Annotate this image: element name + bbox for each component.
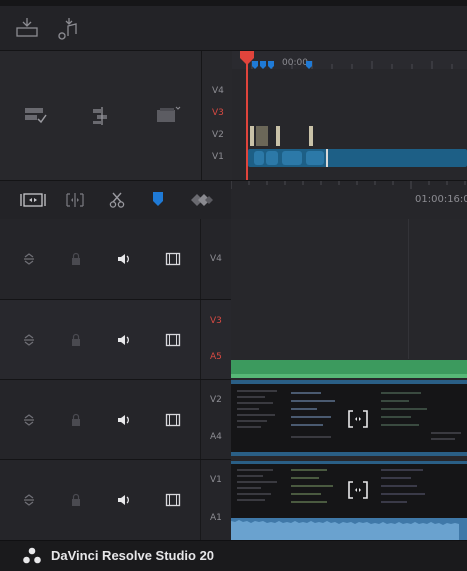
track-label-v3: V3 xyxy=(210,316,222,326)
timeline-ruler[interactable]: 01:00:16:0 xyxy=(231,180,467,220)
clip-stack-icon[interactable] xyxy=(153,104,183,126)
marker-icon[interactable] xyxy=(151,191,165,207)
mini-playhead[interactable] xyxy=(246,51,248,180)
insert-clip-icon[interactable] xyxy=(14,16,40,40)
auto-select-icon[interactable] xyxy=(22,413,36,427)
video-clip-v1[interactable] xyxy=(231,461,467,518)
trim-mode-icon[interactable] xyxy=(20,192,46,208)
clip-placeholder-icon xyxy=(347,480,369,500)
auto-select-icon[interactable] xyxy=(22,333,36,347)
track-label-v2: V2 xyxy=(210,395,222,405)
ruler-timecode: 01:00:16:0 xyxy=(415,194,467,205)
clip-placeholder-icon xyxy=(347,409,369,429)
razor-icon[interactable] xyxy=(108,191,126,209)
lock-icon[interactable] xyxy=(70,333,82,347)
snap-icon[interactable] xyxy=(190,193,214,207)
lock-icon[interactable] xyxy=(70,493,82,507)
track-label-v4: V4 xyxy=(210,254,222,264)
film-icon[interactable] xyxy=(165,413,181,427)
mini-label-v2: V2 xyxy=(212,130,224,140)
clip-sliver[interactable] xyxy=(250,126,254,146)
edit-clip-icon[interactable] xyxy=(22,106,48,126)
speaker-icon[interactable] xyxy=(116,493,132,507)
video-clip-v2[interactable] xyxy=(231,380,467,456)
clip-sliver[interactable] xyxy=(276,126,280,146)
timeline-toolbar xyxy=(0,180,231,220)
v1-clip-strip[interactable] xyxy=(248,149,467,167)
clip-sliver[interactable] xyxy=(309,126,313,146)
audio-clip-a1[interactable] xyxy=(231,518,467,540)
track-label-a4: A4 xyxy=(210,432,222,442)
app-footer: DaVinci Resolve Studio 20 xyxy=(0,540,467,571)
app-name: DaVinci Resolve Studio 20 xyxy=(51,548,215,563)
film-icon[interactable] xyxy=(165,252,181,266)
audio-clip-icon[interactable] xyxy=(56,16,82,40)
auto-select-icon[interactable] xyxy=(22,252,36,266)
track-header-v4: V4 xyxy=(0,219,231,300)
track-label-v1: V1 xyxy=(210,475,222,485)
track-label-a5: A5 xyxy=(210,352,222,362)
track-header-v3-a5: V3 A5 xyxy=(0,300,231,380)
mini-label-v4: V4 xyxy=(212,86,224,96)
align-clips-icon[interactable] xyxy=(89,106,115,126)
marker-group[interactable] xyxy=(250,61,350,71)
speaker-icon[interactable] xyxy=(116,413,132,427)
track-label-a1: A1 xyxy=(210,513,222,523)
lock-icon[interactable] xyxy=(70,413,82,427)
speaker-icon[interactable] xyxy=(116,333,132,347)
top-toolbar xyxy=(0,6,467,51)
mini-label-v1: V1 xyxy=(212,152,224,162)
speaker-icon[interactable] xyxy=(116,252,132,266)
audio-clip-a5[interactable] xyxy=(231,360,467,378)
clip-sliver[interactable] xyxy=(256,126,268,146)
lock-icon[interactable] xyxy=(70,252,82,266)
auto-select-icon[interactable] xyxy=(22,493,36,507)
mini-timeline[interactable]: 00:00 xyxy=(232,51,467,180)
film-icon[interactable] xyxy=(165,333,181,347)
mini-timeline-tools xyxy=(0,51,202,180)
track-header-v1-a1: V1 A1 xyxy=(0,460,231,541)
track-header-v2-a4: V2 A4 xyxy=(0,380,231,460)
mini-track-labels: V4 V3 V2 V1 xyxy=(202,51,232,180)
mini-label-v3: V3 xyxy=(212,108,224,118)
playhead-handle-icon[interactable] xyxy=(240,51,254,65)
film-icon[interactable] xyxy=(165,493,181,507)
dynamic-trim-icon[interactable] xyxy=(64,192,86,208)
davinci-logo-icon xyxy=(22,547,42,565)
